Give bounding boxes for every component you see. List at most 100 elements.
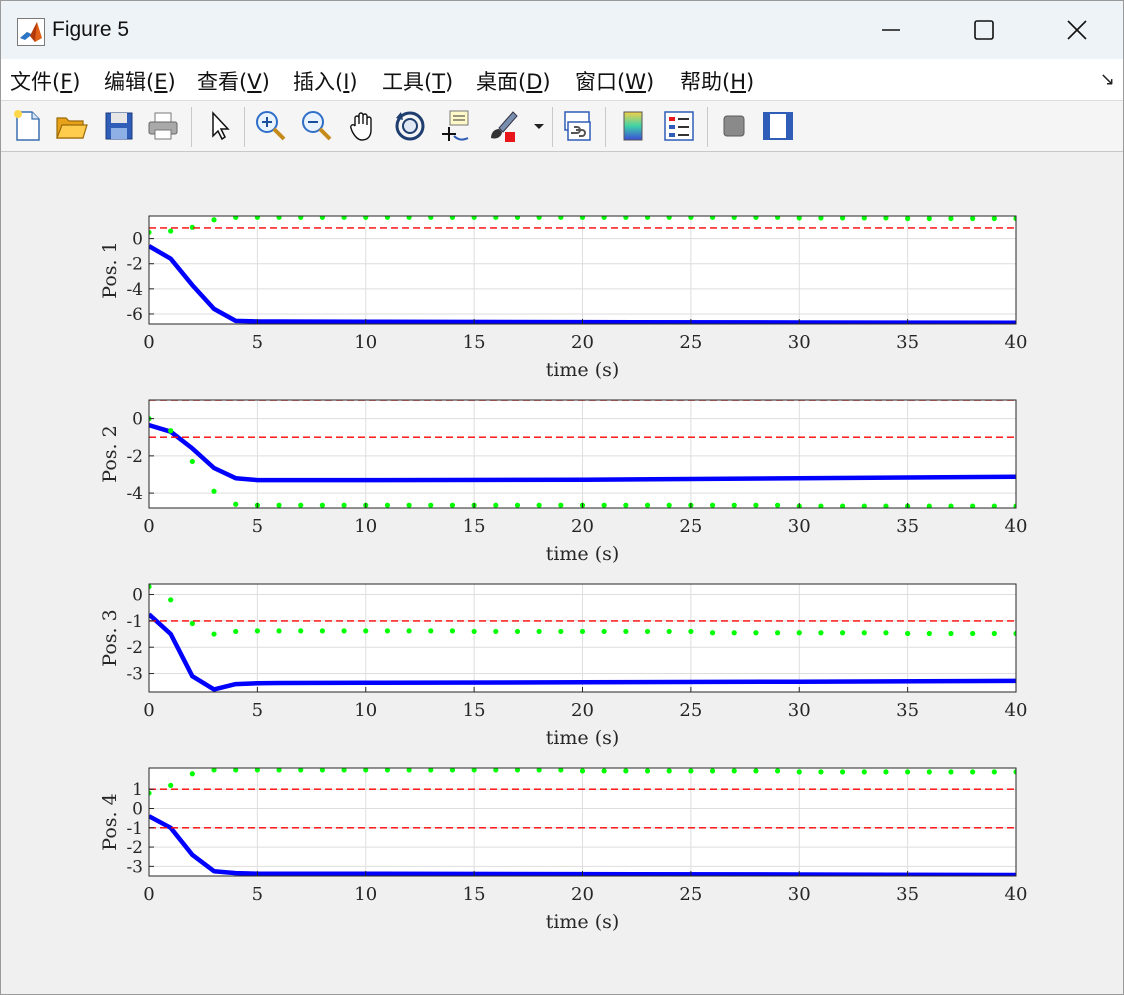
y-tick-label: -1 (126, 819, 143, 839)
x-tick-label: 5 (252, 700, 263, 721)
series-point (991, 630, 997, 637)
series-point (861, 630, 867, 636)
toolbar-separator (191, 107, 192, 147)
series-point (840, 769, 846, 775)
x-tick-label: 35 (896, 332, 919, 353)
figure-window: Figure 5 文件(F) 编辑(E) 查看(V) 插入(I) 工具(T) 桌… (0, 0, 1124, 995)
show-plot-tools-icon[interactable] (760, 108, 796, 144)
subplot-2: 0 5 10 15 20 25 30 35 40 0 -2 -4 time (s) Pos. 2 (99, 399, 1027, 565)
series-point (623, 768, 629, 774)
close-button[interactable] (1030, 1, 1123, 59)
series-point (254, 628, 260, 634)
y-axis-label: Pos. 4 (99, 793, 121, 850)
x-tick-label: 0 (143, 332, 154, 353)
series-point (168, 228, 174, 234)
x-tick-label: 30 (788, 884, 811, 905)
x-tick-label: 20 (571, 884, 594, 905)
series-point (493, 216, 499, 220)
minimize-button[interactable] (844, 1, 937, 59)
minimize-icon (881, 29, 900, 31)
series-point (471, 216, 477, 220)
menu-file[interactable]: 文件(F) (10, 66, 81, 96)
series-point (449, 216, 456, 220)
rotate-3d-icon[interactable] (392, 108, 428, 144)
menu-edit[interactable]: 编辑(E) (104, 66, 176, 96)
series-point (558, 216, 564, 220)
figure-canvas[interactable]: 0 5 10 15 20 25 30 35 40 0 -2 -4 -6 time (s) Pos. 1051… (1, 152, 1123, 994)
series-point (970, 630, 976, 637)
x-tick-label: 15 (463, 332, 486, 353)
series-point (298, 628, 304, 634)
title-bar[interactable]: Figure 5 (1, 1, 1123, 59)
y-tick-label: -2 (126, 255, 143, 275)
menu-desktop[interactable]: 桌面(D) (476, 66, 551, 96)
series-point (753, 216, 759, 220)
menu-view[interactable]: 查看(V) (197, 66, 270, 96)
series-point (926, 216, 932, 222)
dropdown-arrow-icon[interactable] (529, 108, 549, 144)
series-point (688, 216, 694, 220)
x-axis-label: time (s) (546, 543, 620, 565)
series-point (774, 768, 781, 774)
close-icon (1066, 20, 1087, 40)
x-tick-label: 10 (354, 700, 377, 721)
zoom-out-icon[interactable] (299, 108, 335, 144)
series-point (276, 628, 282, 634)
series-point (905, 216, 911, 222)
series-point (384, 628, 391, 634)
link-plot-icon[interactable] (560, 108, 596, 144)
series-point (211, 217, 217, 223)
hide-plot-tools-icon[interactable] (716, 108, 752, 144)
series-point (688, 768, 694, 774)
x-tick-label: 25 (679, 332, 702, 353)
series-point (341, 628, 347, 634)
new-figure-icon[interactable] (9, 108, 45, 144)
series-point (514, 502, 521, 508)
toolbar-separator (707, 107, 708, 147)
zoom-in-icon[interactable] (253, 108, 289, 144)
series-point (211, 631, 217, 637)
series-point (536, 502, 542, 508)
x-tick-label: 25 (679, 516, 702, 537)
menu-window[interactable]: 窗口(W) (575, 66, 654, 96)
maximize-button[interactable] (937, 1, 1030, 59)
series-point (536, 216, 542, 220)
series-point (753, 768, 759, 774)
y-tick-label: -4 (126, 484, 143, 504)
series-point (905, 769, 911, 775)
series-point (644, 768, 651, 774)
series-point (731, 216, 737, 220)
pan-hand-icon[interactable] (346, 108, 382, 144)
series-point (298, 502, 304, 508)
y-tick-label: -4 (126, 280, 143, 300)
x-tick-label: 35 (896, 884, 919, 905)
legend-icon[interactable] (661, 108, 697, 144)
x-tick-label: 15 (463, 884, 486, 905)
series-point (276, 216, 282, 220)
print-icon[interactable] (145, 108, 181, 144)
series-point (883, 630, 889, 636)
subplot-3: 0 5 10 15 20 25 30 35 40 0 -1 -2 -3 time (s) Pos. 3 (99, 583, 1027, 749)
x-tick-label: 10 (354, 332, 377, 353)
series-point (861, 769, 867, 775)
x-tick-label: 20 (571, 700, 594, 721)
series-point (840, 630, 846, 636)
series-point (926, 769, 932, 775)
save-icon[interactable] (101, 108, 137, 144)
x-tick-label: 30 (788, 516, 811, 537)
series-point (406, 216, 412, 220)
menu-tools[interactable]: 工具(T) (382, 66, 453, 96)
colorbar-icon[interactable] (615, 108, 651, 144)
series-point (948, 630, 954, 637)
data-cursor-icon[interactable] (438, 108, 474, 144)
menu-help[interactable]: 帮助(H) (680, 66, 754, 96)
series-point (341, 502, 347, 508)
brush-icon[interactable] (485, 108, 521, 144)
open-file-icon[interactable] (53, 108, 89, 144)
series-point (189, 458, 195, 465)
dock-arrow-icon[interactable]: ↘ (1100, 69, 1115, 90)
series-point (796, 769, 802, 775)
series-point (428, 502, 434, 508)
select-pointer-icon[interactable] (202, 108, 238, 144)
menu-insert[interactable]: 插入(I) (293, 66, 358, 96)
